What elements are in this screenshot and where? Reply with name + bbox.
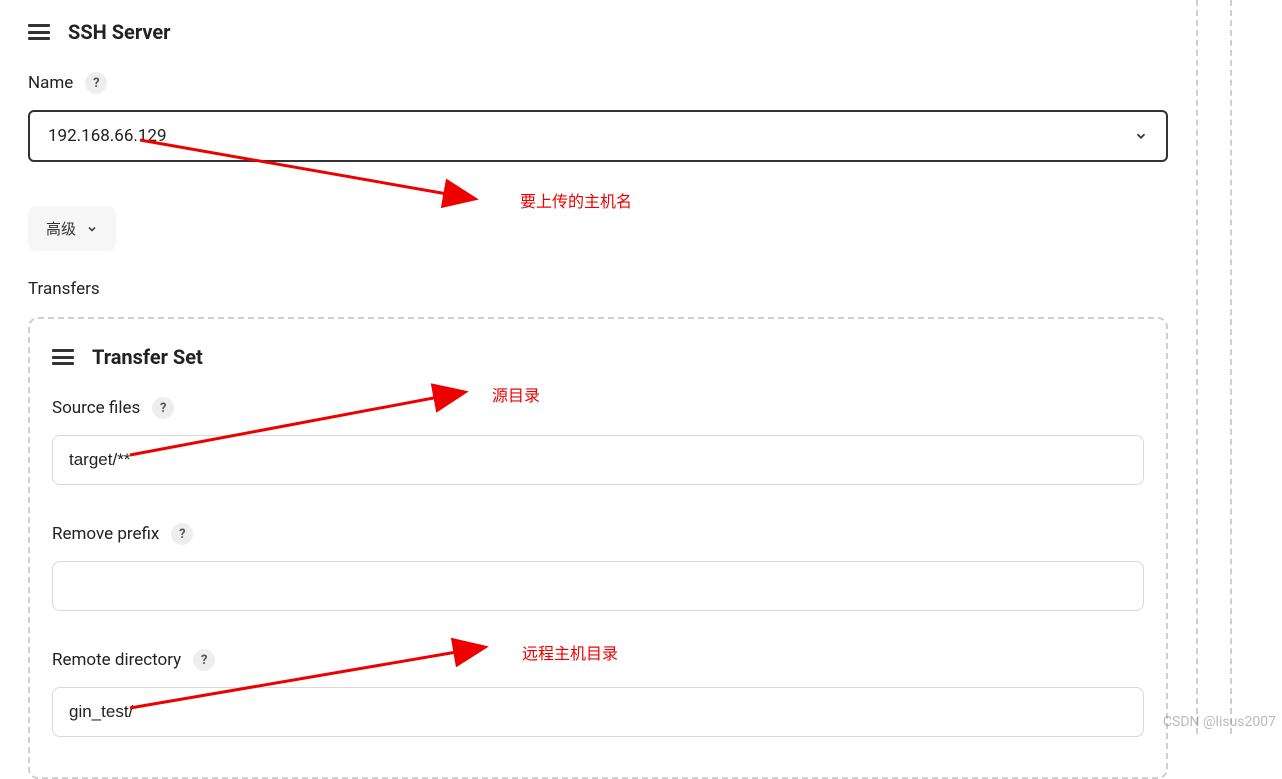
help-icon[interactable]: ? [85,72,107,94]
chevron-down-icon [86,223,98,235]
drag-handle-icon[interactable] [28,24,50,40]
ssh-server-header: SSH Server [28,20,1168,44]
help-icon[interactable]: ? [193,649,215,671]
transfers-label: Transfers [28,279,1168,299]
name-select[interactable]: 192.168.66.129 [28,110,1168,162]
remove-prefix-label: Remove prefix [52,524,159,544]
chevron-down-icon [1134,129,1148,143]
advanced-row: 高级 [28,206,1168,251]
transfer-set-title: Transfer Set [92,345,203,369]
remote-directory-label-row: Remote directory ? [52,649,1144,671]
help-icon[interactable]: ? [152,397,174,419]
remote-directory-label: Remote directory [52,650,181,670]
help-icon[interactable]: ? [171,523,193,545]
remove-prefix-input[interactable] [52,561,1144,611]
advanced-button-label: 高级 [46,218,76,239]
transfer-set-panel: Transfer Set Source files ? Remove prefi… [28,317,1168,779]
advanced-button[interactable]: 高级 [28,206,116,251]
remote-directory-block: Remote directory ? [52,649,1144,737]
ssh-server-title: SSH Server [68,20,170,44]
name-field-group: Name ? 192.168.66.129 [28,72,1168,162]
remove-prefix-block: Remove prefix ? [52,523,1144,611]
name-label-row: Name ? [28,72,1168,94]
name-label: Name [28,73,73,93]
source-files-input[interactable] [52,435,1144,485]
source-files-label-row: Source files ? [52,397,1144,419]
watermark: CSDN @lisus2007 [1163,714,1276,730]
drag-handle-icon[interactable] [52,349,74,365]
source-files-block: Source files ? [52,397,1144,485]
remove-prefix-label-row: Remove prefix ? [52,523,1144,545]
remote-directory-input[interactable] [52,687,1144,737]
ssh-server-panel: SSH Server Name ? 192.168.66.129 高级 Tran… [0,0,1198,734]
source-files-label: Source files [52,398,140,418]
transfer-set-header: Transfer Set [52,345,1144,369]
right-border [1230,0,1232,734]
name-select-value: 192.168.66.129 [48,126,167,146]
